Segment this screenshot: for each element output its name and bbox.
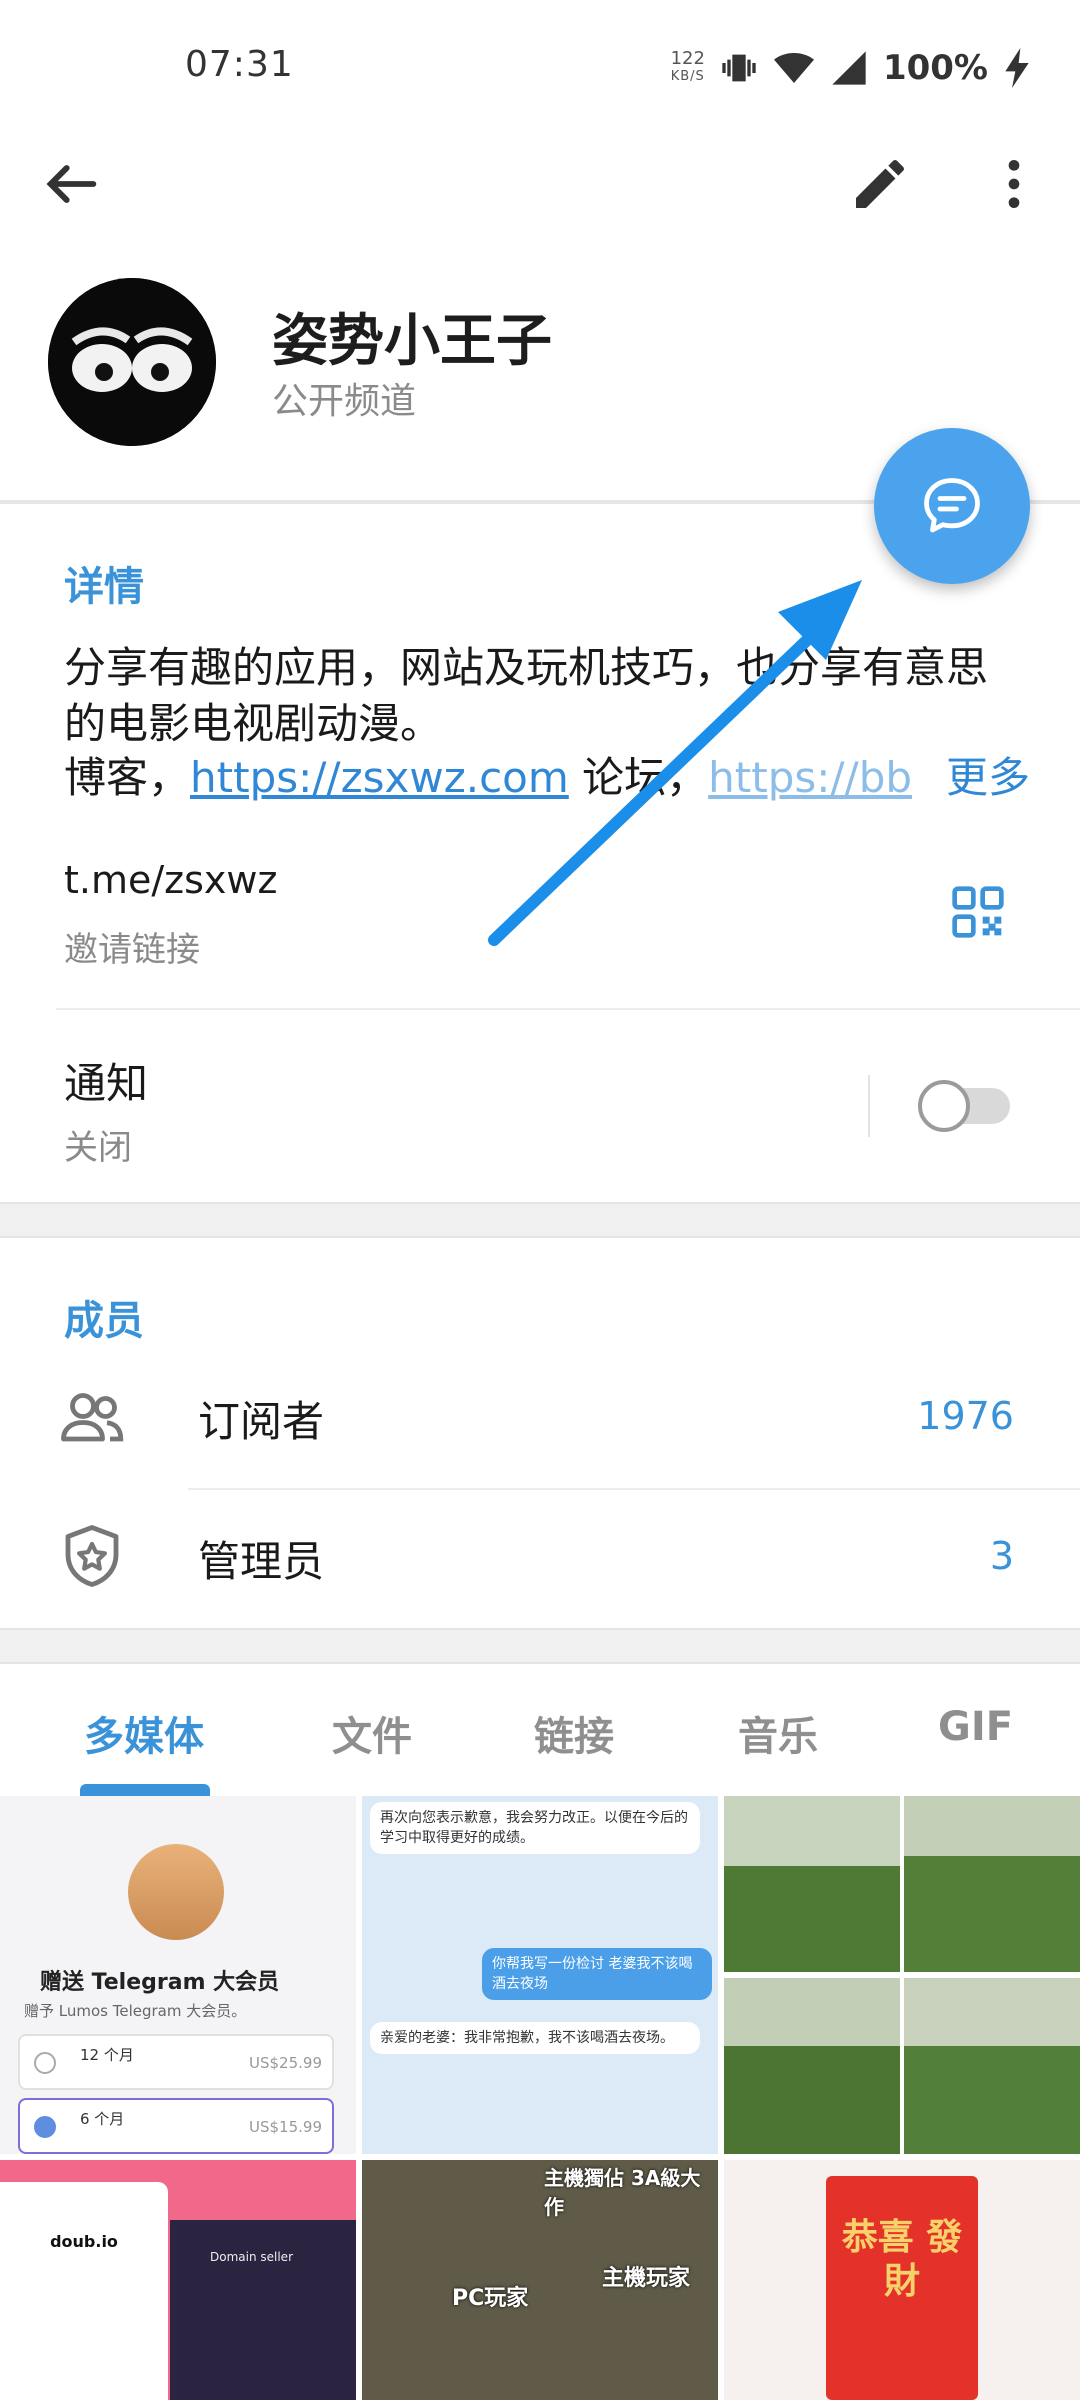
domain-seller-title: Domain seller (210, 2250, 293, 2264)
vibrate-icon (722, 54, 756, 82)
vertical-divider (868, 1075, 870, 1137)
media-thumbnail[interactable]: doub.io Domain seller (0, 2160, 356, 2400)
admins-label[interactable]: 管理员 (198, 1528, 324, 1589)
section-gap (0, 1202, 1080, 1238)
notifications-label: 通知 (64, 1059, 149, 1108)
members-section-title: 成员 (64, 1298, 144, 1344)
network-speed: 122 KB/S (671, 50, 705, 86)
promo-title: 赠送 Telegram 大会员 (40, 1970, 280, 1995)
charging-icon (1005, 48, 1029, 88)
status-time: 07:31 (185, 44, 294, 85)
app-bar (0, 136, 1080, 232)
forum-link[interactable]: https://bb (708, 753, 912, 802)
meme-caption: 主機獨佔 3A級大作 (544, 2166, 701, 2219)
plan-option-selected: 6 个月 US$15.99 (18, 2098, 334, 2154)
tab-music[interactable]: 音乐 (738, 1704, 818, 1762)
media-tabs: 多媒体 文件 链接 音乐 GIF (0, 1664, 1080, 1796)
media-thumbnail[interactable]: 恭喜 發財 (724, 2160, 1080, 2400)
media-grid: 赠送 Telegram 大会员 赠予 Lumos Telegram 大会员。 1… (0, 1796, 1080, 2400)
notifications-state: 关闭 (64, 1128, 132, 1168)
plan-option: 12 个月 US$25.99 (18, 2034, 334, 2090)
tea-field-photo (724, 1796, 1080, 2154)
chat-bubble-outgoing: 你帮我写一份检讨 老婆我不该喝酒去夜场 (482, 1948, 712, 2000)
domain-card: doub.io (0, 2182, 168, 2400)
open-chat-button[interactable] (874, 428, 1030, 584)
subscribers-label[interactable]: 订阅者 (198, 1388, 324, 1449)
about-links-line: 博客，https://zsxwz.com 论坛，https://bb (64, 750, 1024, 810)
promo-subtitle: 赠予 Lumos Telegram 大会员。 (24, 2002, 247, 2020)
tab-links[interactable]: 链接 (534, 1704, 614, 1762)
plan-label: 12 个月 (80, 2046, 134, 2064)
invite-link-label: 邀请链接 (64, 930, 200, 970)
tab-indicator (80, 1784, 210, 1796)
media-thumbnail[interactable]: 赠送 Telegram 大会员 赠予 Lumos Telegram 大会员。 1… (0, 1796, 356, 2154)
divider (56, 1008, 1080, 1010)
details-section-title: 详情 (64, 564, 144, 610)
subscribers-count: 1976 (917, 1394, 1014, 1438)
chat-bubble: 再次向您表示歉意，我会努力改正。以便在今后的学习中取得更好的成绩。 (370, 1802, 700, 1854)
more-vertical-icon[interactable] (982, 152, 1046, 216)
chat-bubble: 亲爱的老婆：我非常抱歉，我不该喝酒去夜场。 (370, 2022, 700, 2054)
red-envelope: 恭喜 發財 (826, 2176, 978, 2400)
invite-link-text[interactable]: t.me/zsxwz (64, 858, 277, 902)
wifi-icon (773, 53, 814, 83)
admins-count: 3 (989, 1534, 1014, 1578)
tab-media[interactable]: 多媒体 (84, 1704, 204, 1762)
plan-price: US$25.99 (249, 2054, 322, 2072)
plan-label: 6 个月 (80, 2110, 125, 2128)
divider (188, 1488, 1080, 1490)
toggle-knob (918, 1080, 970, 1132)
channel-name: 姿势小王子 (272, 309, 552, 374)
about-description: 分享有趣的应用，网站及玩机技巧，也分享有意思的电影电视剧动漫。 (64, 643, 989, 748)
radio-checked-icon (34, 2116, 56, 2138)
notifications-toggle[interactable] (918, 1078, 1014, 1134)
plan-price: US$15.99 (249, 2118, 322, 2136)
chat-bubble-icon (924, 478, 980, 533)
forum-label: 论坛， (568, 753, 709, 802)
status-icons: 122 KB/S 100% (671, 44, 1032, 92)
network-speed-value: 122 (670, 48, 705, 69)
channel-avatar[interactable] (48, 278, 216, 446)
battery-percent: 100% (882, 48, 988, 88)
blog-prefix: 博客， (64, 753, 191, 802)
subscribers-icon (61, 1393, 124, 1442)
tab-files[interactable]: 文件 (332, 1704, 412, 1762)
back-arrow-icon[interactable] (40, 152, 104, 216)
qr-code-icon[interactable] (950, 884, 1006, 940)
meme-caption: 主機玩家 (602, 2266, 691, 2291)
edit-pencil-icon[interactable] (848, 152, 912, 216)
cell-signal-icon (832, 51, 866, 85)
media-thumbnail[interactable]: 主機獨佔 3A級大作 主機玩家 PC玩家 (362, 2160, 718, 2400)
cartoon-eyes-avatar-icon (48, 278, 216, 446)
status-bar: 07:31 122 KB/S 100% (0, 0, 1080, 136)
media-thumbnail[interactable] (724, 1796, 1080, 2154)
media-thumbnail[interactable]: 再次向您表示歉意，我会努力改正。以便在今后的学习中取得更好的成绩。 你帮我写一份… (362, 1796, 718, 2154)
blog-link[interactable]: https://zsxwz.com (190, 753, 569, 802)
show-more-link[interactable]: 更多 (926, 750, 1031, 806)
domain-seller-card: Domain seller (170, 2220, 356, 2400)
meme-caption: PC玩家 (452, 2286, 529, 2311)
section-gap (0, 1628, 1080, 1664)
domain-card-title: doub.io (50, 2232, 118, 2251)
envelope-text: 恭喜 發財 (841, 2217, 963, 2302)
channel-type: 公开频道 (272, 381, 417, 422)
tab-gif[interactable]: GIF (938, 1704, 1013, 1750)
radio-icon (34, 2052, 56, 2074)
network-speed-unit: KB/S (670, 69, 705, 84)
promo-avatar (128, 1844, 224, 1940)
admin-shield-icon (65, 1525, 119, 1587)
